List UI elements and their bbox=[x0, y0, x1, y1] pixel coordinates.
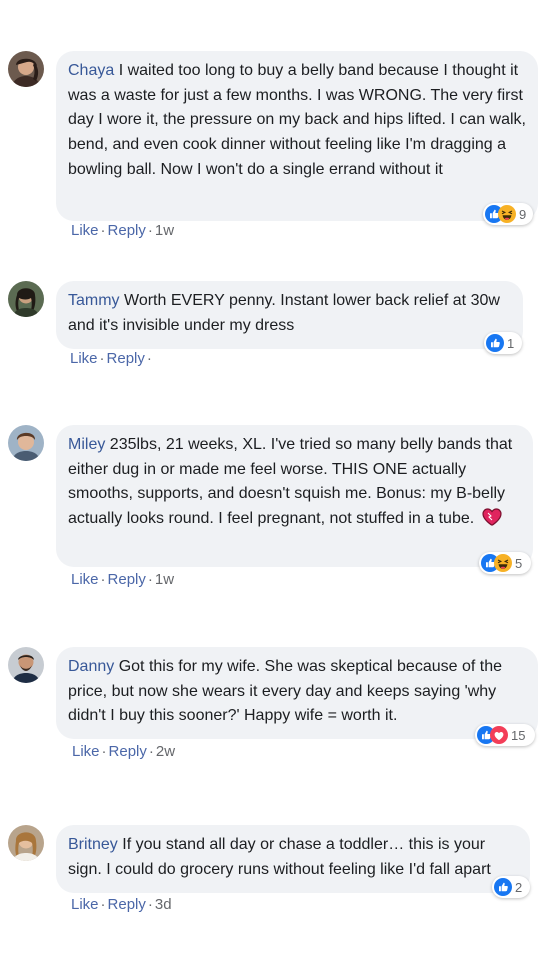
reactions-summary[interactable]: 1 bbox=[484, 332, 522, 354]
like-link[interactable]: Like bbox=[71, 896, 99, 913]
like-link[interactable]: Like bbox=[71, 571, 99, 588]
comment-text: 235lbs, 21 weeks, XL. I've tried so many… bbox=[68, 436, 513, 528]
avatar[interactable] bbox=[8, 281, 44, 317]
haha-icon bbox=[494, 554, 512, 572]
like-link[interactable]: Like bbox=[71, 222, 99, 239]
avatar-image bbox=[8, 647, 44, 683]
reaction-count: 1 bbox=[507, 335, 515, 351]
reaction-count: 9 bbox=[519, 206, 527, 222]
avatar-image bbox=[8, 425, 44, 461]
author-name[interactable]: Miley bbox=[68, 436, 105, 453]
avatar-image bbox=[8, 51, 44, 87]
reactions-summary[interactable]: 15 bbox=[475, 724, 535, 746]
avatar-image bbox=[8, 281, 44, 317]
timestamp[interactable]: 2w bbox=[156, 743, 175, 760]
reactions-summary[interactable]: 9 bbox=[483, 203, 533, 225]
comment-text: If you stand all day or chase a toddler…… bbox=[68, 836, 491, 878]
avatar[interactable] bbox=[8, 425, 44, 461]
haha-icon bbox=[498, 205, 516, 223]
like-link[interactable]: Like bbox=[70, 350, 98, 367]
comment-actions: Like · Reply · bbox=[70, 350, 152, 367]
reactions-summary[interactable]: 2 bbox=[492, 876, 530, 898]
comment-actions: Like · Reply · 2w bbox=[72, 743, 176, 760]
heart-emoji bbox=[482, 508, 502, 535]
avatar[interactable] bbox=[8, 825, 44, 861]
comment-text: Got this for my wife. She was skeptical … bbox=[68, 658, 502, 725]
timestamp[interactable]: 1w bbox=[155, 222, 174, 239]
comment-bubble: Britney If you stand all day or chase a … bbox=[56, 825, 530, 893]
reaction-count: 15 bbox=[511, 727, 526, 743]
comment-bubble: Tammy Worth EVERY penny. Instant lower b… bbox=[56, 281, 523, 349]
comment-bubble: Miley 235lbs, 21 weeks, XL. I've tried s… bbox=[56, 425, 533, 567]
comment-bubble: Danny Got this for my wife. She was skep… bbox=[56, 647, 538, 739]
like-icon bbox=[486, 334, 504, 352]
comment-text: Worth EVERY penny. Instant lower back re… bbox=[68, 292, 500, 334]
comment-actions: Like · Reply · 1w bbox=[71, 571, 175, 588]
timestamp[interactable]: 3d bbox=[155, 896, 172, 913]
author-name[interactable]: Britney bbox=[68, 836, 118, 853]
author-name[interactable]: Tammy bbox=[68, 292, 120, 309]
reaction-count: 5 bbox=[515, 555, 523, 571]
comment-actions: Like · Reply · 1w bbox=[71, 222, 175, 239]
reply-link[interactable]: Reply bbox=[107, 350, 145, 367]
avatar[interactable] bbox=[8, 51, 44, 87]
reply-link[interactable]: Reply bbox=[108, 222, 146, 239]
timestamp[interactable]: 1w bbox=[155, 571, 174, 588]
avatar-image bbox=[8, 825, 44, 861]
author-name[interactable]: Chaya bbox=[68, 62, 114, 79]
avatar[interactable] bbox=[8, 647, 44, 683]
reactions-summary[interactable]: 5 bbox=[479, 552, 531, 574]
reply-link[interactable]: Reply bbox=[108, 896, 146, 913]
like-icon bbox=[494, 878, 512, 896]
comment-bubble: Chaya I waited too long to buy a belly b… bbox=[56, 51, 538, 221]
love-icon bbox=[490, 726, 508, 744]
reply-link[interactable]: Reply bbox=[109, 743, 147, 760]
comment-actions: Like · Reply · 3d bbox=[71, 896, 172, 913]
like-link[interactable]: Like bbox=[72, 743, 100, 760]
reply-link[interactable]: Reply bbox=[108, 571, 146, 588]
author-name[interactable]: Danny bbox=[68, 658, 114, 675]
comment-text: I waited too long to buy a belly band be… bbox=[68, 62, 526, 178]
reaction-count: 2 bbox=[515, 879, 523, 895]
